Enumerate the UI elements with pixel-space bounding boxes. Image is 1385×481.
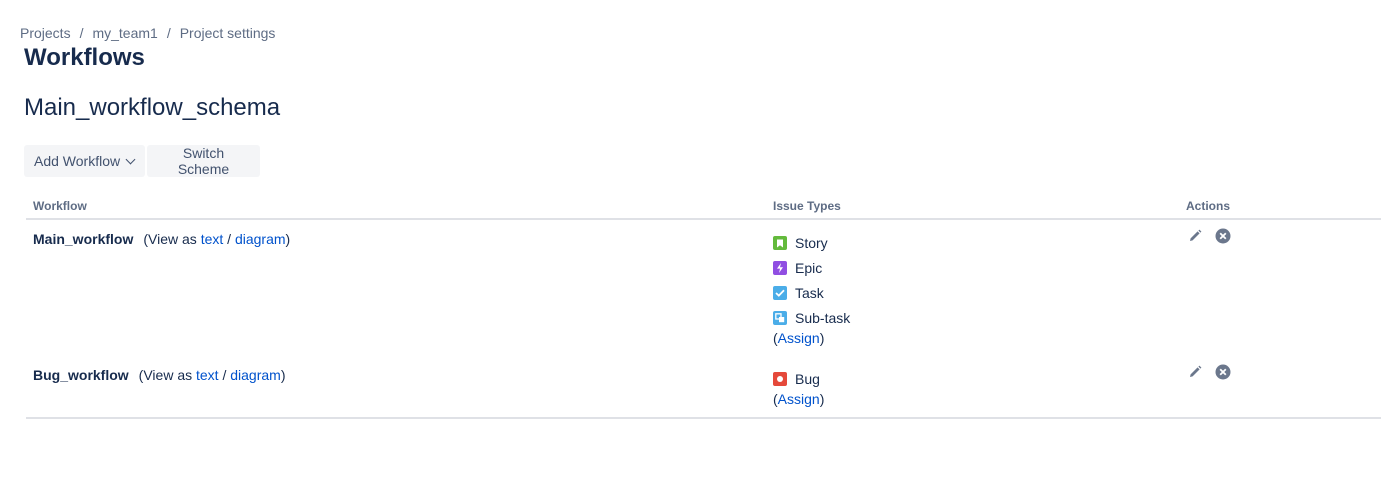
switch-scheme-label: Switch Scheme xyxy=(177,145,230,177)
task-icon xyxy=(773,286,787,300)
assign-close-paren: ) xyxy=(819,330,825,346)
add-workflow-button[interactable]: Add Workflow xyxy=(24,145,145,177)
view-as-label: (View as xyxy=(138,367,196,383)
view-as-close: ) xyxy=(285,231,291,247)
breadcrumb: Projects / my_team1 / Project settings xyxy=(20,25,275,41)
breadcrumb-projects[interactable]: Projects xyxy=(20,25,71,41)
issue-type-label: Sub-task xyxy=(795,310,851,326)
workflow-name: Bug_workflow xyxy=(33,367,129,383)
issue-type-label: Story xyxy=(795,235,828,251)
issue-type-label: Epic xyxy=(795,260,823,276)
view-as-text-link[interactable]: text xyxy=(201,231,224,247)
edit-pencil-icon[interactable] xyxy=(1187,364,1203,380)
workflow-name-cell: Main_workflow (View as text / diagram) xyxy=(33,231,290,247)
add-workflow-label: Add Workflow xyxy=(34,153,121,169)
breadcrumb-my-team1[interactable]: my_team1 xyxy=(92,25,157,41)
view-as-close: ) xyxy=(280,367,286,383)
scheme-name: Main_workflow_schema xyxy=(24,94,281,121)
workflow-name-cell: Bug_workflow (View as text / diagram) xyxy=(33,367,286,383)
issue-type-item: Epic xyxy=(773,260,822,276)
assign-group: (Assign) xyxy=(773,330,824,346)
delete-icon[interactable] xyxy=(1215,364,1231,380)
epic-icon xyxy=(773,261,787,275)
issue-type-item: Bug xyxy=(773,371,820,387)
view-as-label: (View as xyxy=(143,231,201,247)
assign-link[interactable]: Assign xyxy=(778,391,820,407)
header-divider xyxy=(26,218,1381,220)
column-header-workflow: Workflow xyxy=(33,199,87,213)
assign-close-paren: ) xyxy=(819,391,825,407)
bug-icon xyxy=(773,372,787,386)
view-as-text-link[interactable]: text xyxy=(196,367,219,383)
workflow-name: Main_workflow xyxy=(33,231,134,247)
view-as-diagram-link[interactable]: diagram xyxy=(235,231,286,247)
issue-type-item: Story xyxy=(773,235,828,251)
subtask-icon xyxy=(773,311,787,325)
issue-type-item: Sub-task xyxy=(773,310,850,326)
view-as-diagram-link[interactable]: diagram xyxy=(230,367,281,383)
issue-type-item: Task xyxy=(773,285,824,301)
link-separator: / xyxy=(218,367,231,383)
chevron-down-icon xyxy=(125,154,136,164)
assign-link[interactable]: Assign xyxy=(778,330,820,346)
link-separator: / xyxy=(223,231,235,247)
switch-scheme-button[interactable]: Switch Scheme xyxy=(147,145,260,177)
issue-type-label: Bug xyxy=(795,371,820,387)
table-bottom-divider xyxy=(26,417,1381,419)
breadcrumb-separator: / xyxy=(79,25,84,41)
page-title: Workflows xyxy=(24,44,145,71)
column-header-actions: Actions xyxy=(1186,199,1231,213)
view-as-group: (View as text / diagram) xyxy=(139,367,286,383)
delete-icon[interactable] xyxy=(1215,228,1231,244)
breadcrumb-separator: / xyxy=(166,25,171,41)
assign-group: (Assign) xyxy=(773,391,824,407)
story-icon xyxy=(773,236,787,250)
issue-type-label: Task xyxy=(795,285,824,301)
edit-pencil-icon[interactable] xyxy=(1187,228,1203,244)
column-header-issue-types: Issue Types xyxy=(773,199,841,213)
view-as-group: (View as text / diagram) xyxy=(143,231,290,247)
breadcrumb-project-settings[interactable]: Project settings xyxy=(180,25,276,41)
